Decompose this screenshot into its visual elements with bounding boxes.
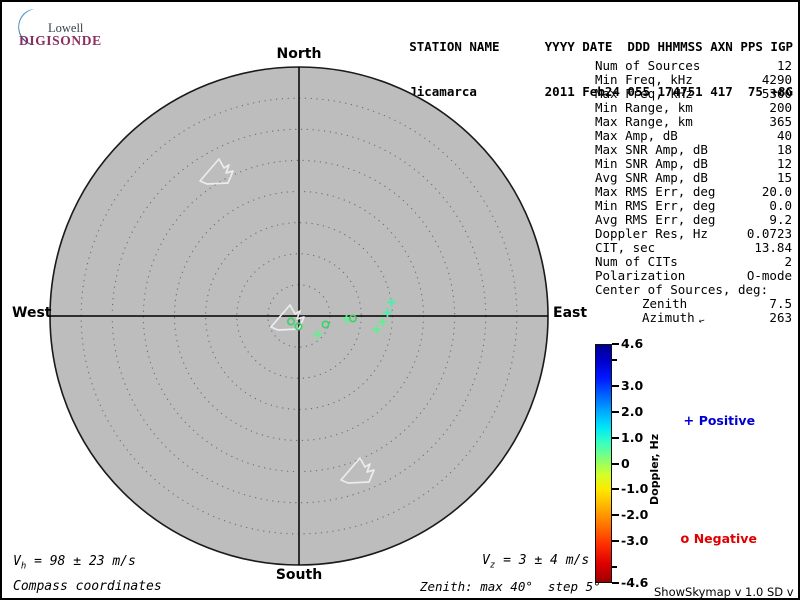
parameter-label: Center of Sources, deg:	[595, 283, 792, 297]
parameter-row: Zenith7.5	[595, 297, 792, 311]
colorbar-tick	[612, 385, 619, 387]
parameter-label: Max Range, km	[595, 115, 769, 129]
zenith-scale-note: Zenith: max 40° step 5°	[420, 579, 601, 594]
parameter-label: Min Freq, kHz	[595, 73, 762, 87]
parameter-row: PolarizationO-mode	[595, 269, 792, 283]
horizontal-velocity-readout: Vh = 98 ± 23 m/s	[13, 554, 136, 572]
compass-label-south: South	[269, 567, 329, 583]
parameter-row: Avg SNR Amp, dB15	[595, 171, 792, 185]
vertical-velocity-readout: Vz = 3 ± 4 m/s	[482, 553, 589, 571]
parameter-label: Max SNR Amp, dB	[595, 143, 777, 157]
parameter-label: Zenith	[595, 297, 769, 311]
parameter-value: 0.0	[769, 199, 792, 213]
parameter-row: Doppler Res, Hz0.0723	[595, 227, 792, 241]
colorbar-tick-label: -1.0	[621, 481, 648, 496]
parameter-value: 20.0	[762, 185, 792, 199]
parameter-value: 13.84	[754, 241, 792, 255]
parameter-row: Min Freq, kHz4290	[595, 73, 792, 87]
compass-label-west: West	[12, 305, 51, 321]
compass-label-east: East	[553, 305, 587, 321]
parameter-value: O-mode	[747, 269, 792, 283]
parameter-row: Max SNR Amp, dB18	[595, 143, 792, 157]
parameter-label: Num of Sources	[595, 59, 777, 73]
plus-icon: +	[683, 414, 694, 429]
colorbar-gradient	[595, 344, 612, 583]
parameter-row: Max Amp, dB40	[595, 129, 792, 143]
parameter-value: 0.0723	[747, 227, 792, 241]
colorbar-tick	[612, 582, 619, 584]
parameter-row: Num of Sources12	[595, 59, 792, 73]
parameter-label: Min SNR Amp, dB	[595, 157, 777, 171]
colorbar-tick-label: -4.6	[621, 575, 648, 590]
parameter-value: 365	[769, 115, 792, 129]
parameter-value: 263	[769, 311, 792, 327]
parameter-value: 200	[769, 101, 792, 115]
legend-negative: o Negative	[663, 516, 757, 562]
parameter-label: Avg SNR Amp, dB	[595, 171, 777, 185]
parameter-value: 2	[784, 255, 792, 269]
parameter-value: 40	[777, 129, 792, 143]
parameter-row: Min SNR Amp, dB12	[595, 157, 792, 171]
parameter-label: Max Amp, dB	[595, 129, 777, 143]
colorbar-tick-label: 2.0	[621, 404, 643, 419]
parameter-row: Num of CITs2	[595, 255, 792, 269]
parameter-value: 12	[777, 157, 792, 171]
parameter-row: Avg RMS Err, deg9.2	[595, 213, 792, 227]
parameter-row: CIT, sec13.84	[595, 241, 792, 255]
parameter-row: Max Freq, kHz5300	[595, 87, 792, 101]
colorbar-axis-label: Doppler, Hz	[648, 409, 661, 529]
parameter-label: Max Freq, kHz	[595, 87, 762, 101]
colorbar-tick-label: 4.6	[621, 336, 643, 351]
parameter-value: 5300	[762, 87, 792, 101]
colorbar-tick	[612, 488, 619, 490]
parameter-label: Min RMS Err, deg	[595, 199, 769, 213]
legend-positive-label: Positive	[699, 413, 755, 428]
parameter-row: Max RMS Err, deg20.0	[595, 185, 792, 199]
colorbar-tick	[612, 343, 619, 345]
colorbar-tick-label: 0	[621, 456, 630, 471]
parameter-value: 9.2	[769, 213, 792, 227]
circle-icon: o	[680, 532, 689, 547]
colorbar-tick-label: -3.0	[621, 533, 648, 548]
parameter-row: Min RMS Err, deg0.0	[595, 199, 792, 213]
parameter-row: Azimuth↙263	[595, 311, 792, 327]
legend-positive: + Positive	[666, 398, 755, 444]
parameter-label: CIT, sec	[595, 241, 754, 255]
azimuth-direction-icon: ↙	[692, 311, 707, 328]
parameter-label: Polarization	[595, 269, 747, 283]
parameters-table: Num of Sources12Min Freq, kHz4290Max Fre…	[595, 59, 792, 327]
colorbar-tick	[612, 359, 617, 361]
skymap-window: Lowell DIGISONDE STATION NAME YYYY DATE …	[0, 0, 800, 600]
colorbar-tick	[612, 514, 619, 516]
legend-negative-label: Negative	[694, 531, 757, 546]
parameter-value: 7.5	[769, 297, 792, 311]
parameter-row: Center of Sources, deg:	[595, 283, 792, 297]
parameter-value: 18	[777, 143, 792, 157]
colorbar-tick-label: -2.0	[621, 507, 648, 522]
parameter-label: Azimuth↙	[595, 311, 769, 327]
parameter-label: Avg RMS Err, deg	[595, 213, 769, 227]
parameter-label: Num of CITs	[595, 255, 784, 269]
coordinates-note: Compass coordinates	[13, 579, 162, 594]
parameter-label: Doppler Res, Hz	[595, 227, 747, 241]
parameter-value: 15	[777, 171, 792, 185]
colorbar-tick	[612, 411, 619, 413]
parameter-label: Max RMS Err, deg	[595, 185, 762, 199]
colorbar-tick-label: 3.0	[621, 378, 643, 393]
colorbar-tick	[612, 566, 617, 568]
parameter-row: Min Range, km200	[595, 101, 792, 115]
colorbar-tick	[612, 540, 619, 542]
parameter-label: Min Range, km	[595, 101, 769, 115]
parameter-value: 12	[777, 59, 792, 73]
colorbar-tick	[612, 463, 619, 465]
colorbar-tick-label: 1.0	[621, 430, 643, 445]
parameter-row: Max Range, km365	[595, 115, 792, 129]
version-credits: ShowSkymap v 1.0 SD v 4.2	[654, 585, 798, 600]
compass-label-north: North	[269, 46, 329, 62]
colorbar-tick	[612, 437, 619, 439]
parameter-value: 4290	[762, 73, 792, 87]
